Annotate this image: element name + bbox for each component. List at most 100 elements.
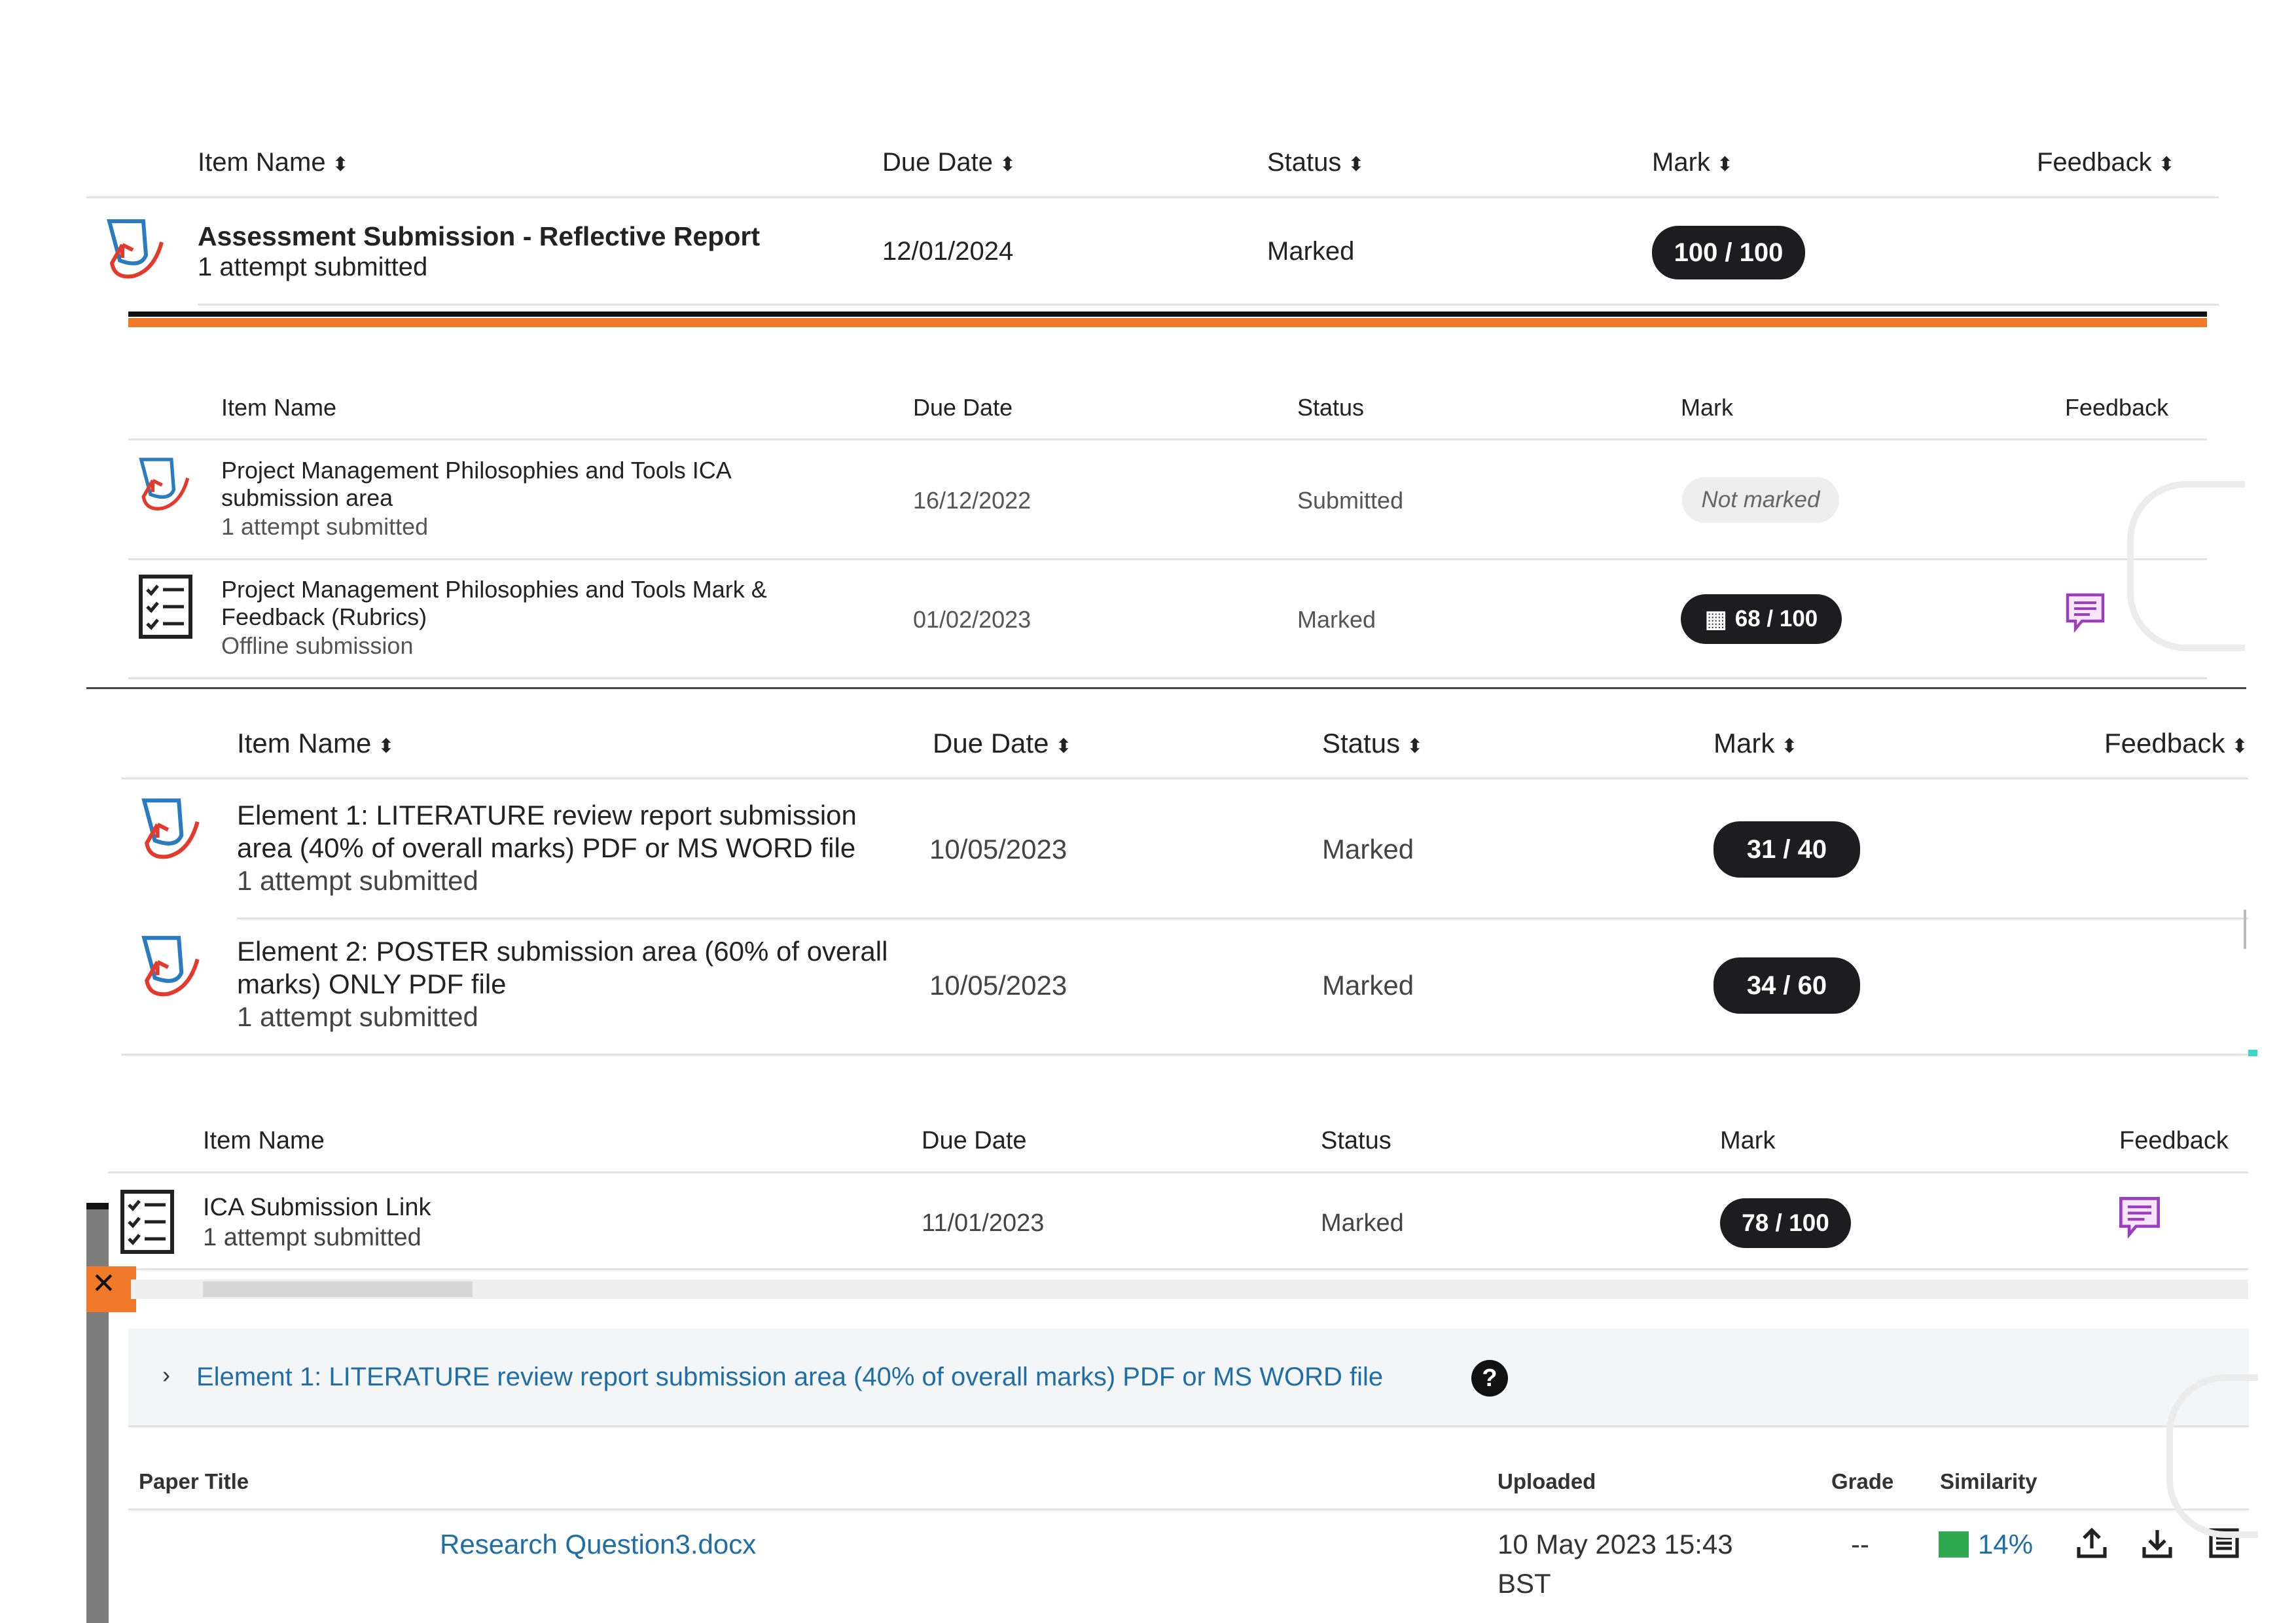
section-title[interactable]: Element 1: LITERATURE review report subm…: [196, 1363, 1383, 1392]
header-status[interactable]: Status ⬍: [1322, 728, 1423, 759]
sort-icon[interactable]: ⬍: [332, 154, 349, 175]
header-status[interactable]: Status: [1297, 394, 1364, 421]
sort-icon[interactable]: ⬍: [378, 736, 394, 757]
sort-icon[interactable]: ⬍: [1781, 736, 1797, 757]
item-title[interactable]: ICA Submission Link: [203, 1194, 431, 1222]
divider: [128, 677, 2207, 679]
due-date: 12/01/2024: [882, 237, 1014, 266]
scroll-edge: [2244, 910, 2246, 949]
grid-icon: ▦: [1704, 605, 1727, 632]
header-status[interactable]: Status: [1321, 1127, 1391, 1155]
watermark-logo: [2166, 1374, 2258, 1538]
assignment-icon: [139, 457, 190, 510]
sort-icon[interactable]: ⬍: [2231, 736, 2248, 757]
divider: [86, 196, 2219, 198]
mark-badge[interactable]: ▦ 68 / 100: [1681, 594, 1842, 644]
header-due-date[interactable]: Due Date ⬍: [882, 148, 1016, 177]
item-title[interactable]: Assessment Submission - Reflective Repor…: [198, 221, 760, 252]
header-due-date[interactable]: Due Date ⬍: [933, 728, 1072, 759]
header-label: Mark: [1652, 148, 1710, 177]
header-status[interactable]: Status ⬍: [1267, 148, 1365, 177]
header-feedback[interactable]: Feedback ⬍: [2037, 148, 2175, 177]
mark-badge[interactable]: 31 / 40: [1713, 821, 1860, 878]
header-due-date[interactable]: Due Date: [913, 394, 1013, 421]
item-title-line1[interactable]: Element 1: LITERATURE review report subm…: [237, 800, 857, 831]
header-feedback[interactable]: Feedback: [2119, 1127, 2229, 1155]
sort-icon[interactable]: ⬍: [1407, 736, 1423, 757]
mark-badge[interactable]: 100 / 100: [1652, 226, 1805, 279]
due-date: 10/05/2023: [929, 970, 1067, 1001]
item-title-line1[interactable]: Project Management Philosophies and Tool…: [221, 576, 767, 603]
header-label: Due Date: [933, 728, 1049, 758]
help-icon[interactable]: ?: [1471, 1360, 1508, 1397]
mark-badge[interactable]: 78 / 100: [1720, 1198, 1851, 1248]
header-mark[interactable]: Mark ⬍: [1652, 148, 1733, 177]
assignment-icon: [141, 798, 200, 859]
status: Marked: [1321, 1209, 1404, 1237]
uploaded-timezone: BST: [1498, 1568, 1551, 1599]
grade-value: --: [1851, 1529, 1869, 1560]
feedback-icon[interactable]: [2117, 1194, 2162, 1240]
similarity-score[interactable]: 14%: [1978, 1529, 2033, 1560]
upload-icon[interactable]: [2073, 1525, 2110, 1561]
item-subtitle: 1 attempt submitted: [237, 865, 478, 896]
header-item-name[interactable]: Item Name ⬍: [198, 148, 349, 177]
uploaded-date: 10 May 2023 15:43: [1498, 1529, 1733, 1560]
divider: [121, 1054, 2248, 1056]
item-subtitle: 1 attempt submitted: [203, 1224, 422, 1251]
separator-bar: [128, 312, 2207, 317]
item-title-line2[interactable]: area (40% of overall marks) PDF or MS WO…: [237, 832, 855, 864]
header-grade: Grade: [1831, 1469, 1894, 1493]
header-mark[interactable]: Mark: [1681, 394, 1733, 421]
header-mark[interactable]: Mark ⬍: [1713, 728, 1797, 759]
item-title-line1[interactable]: Element 2: POSTER submission area (60% o…: [237, 936, 888, 967]
status: Submitted: [1297, 487, 1404, 514]
mark-badge[interactable]: 34 / 60: [1713, 957, 1860, 1014]
header-label: Feedback: [2037, 148, 2152, 177]
paper-file-link[interactable]: Research Question3.docx: [440, 1529, 756, 1560]
sort-icon[interactable]: ⬍: [2159, 154, 2175, 175]
divider: [128, 1508, 2249, 1510]
header-label: Due Date: [882, 148, 993, 177]
left-edge-bar: [86, 1203, 109, 1209]
chevron-right-icon[interactable]: ›: [162, 1361, 170, 1389]
divider: [198, 304, 2219, 306]
header-feedback[interactable]: Feedback: [2065, 394, 2168, 421]
item-title-line2[interactable]: marks) ONLY PDF file: [237, 969, 507, 1000]
due-date: 11/01/2023: [922, 1209, 1045, 1237]
divider: [108, 1268, 2248, 1270]
header-due-date[interactable]: Due Date: [922, 1127, 1027, 1155]
status: Marked: [1322, 970, 1414, 1001]
rubric-checklist-icon: [139, 575, 192, 639]
header-feedback[interactable]: Feedback ⬍: [2104, 728, 2248, 759]
divider: [121, 777, 2248, 779]
item-subtitle: 1 attempt submitted: [237, 1001, 478, 1032]
header-similarity: Similarity: [1940, 1469, 2037, 1493]
item-title-line2[interactable]: Feedback (Rubrics): [221, 603, 427, 631]
sort-icon[interactable]: ⬍: [999, 154, 1016, 175]
assignment-icon: [141, 936, 200, 997]
sort-icon[interactable]: ⬍: [1717, 154, 1733, 175]
header-mark[interactable]: Mark: [1720, 1127, 1775, 1155]
mark-badge-not-marked: Not marked: [1682, 477, 1839, 523]
status: Marked: [1322, 834, 1414, 865]
download-icon[interactable]: [2139, 1525, 2176, 1561]
close-icon[interactable]: ✕: [92, 1267, 116, 1300]
header-item-name[interactable]: Item Name: [221, 394, 336, 421]
sort-icon[interactable]: ⬍: [1055, 736, 1071, 757]
item-subtitle: 1 attempt submitted: [198, 253, 428, 281]
due-date: 10/05/2023: [929, 834, 1067, 865]
sort-icon[interactable]: ⬍: [1348, 154, 1364, 175]
divider: [128, 438, 2207, 440]
item-title-line1[interactable]: Project Management Philosophies and Tool…: [221, 457, 732, 484]
mark-value: 68 / 100: [1734, 606, 1818, 632]
feedback-icon[interactable]: [2064, 591, 2107, 634]
item-title-line2[interactable]: submission area: [221, 484, 393, 512]
scrollbar-thumb[interactable]: [203, 1281, 473, 1297]
header-uploaded: Uploaded: [1498, 1469, 1596, 1493]
header-item-name[interactable]: Item Name: [203, 1127, 325, 1155]
header-item-name[interactable]: Item Name ⬍: [237, 728, 395, 759]
scroll-marker: [2248, 1050, 2257, 1056]
watermark-logo: [2127, 481, 2245, 651]
divider: [237, 918, 2248, 919]
